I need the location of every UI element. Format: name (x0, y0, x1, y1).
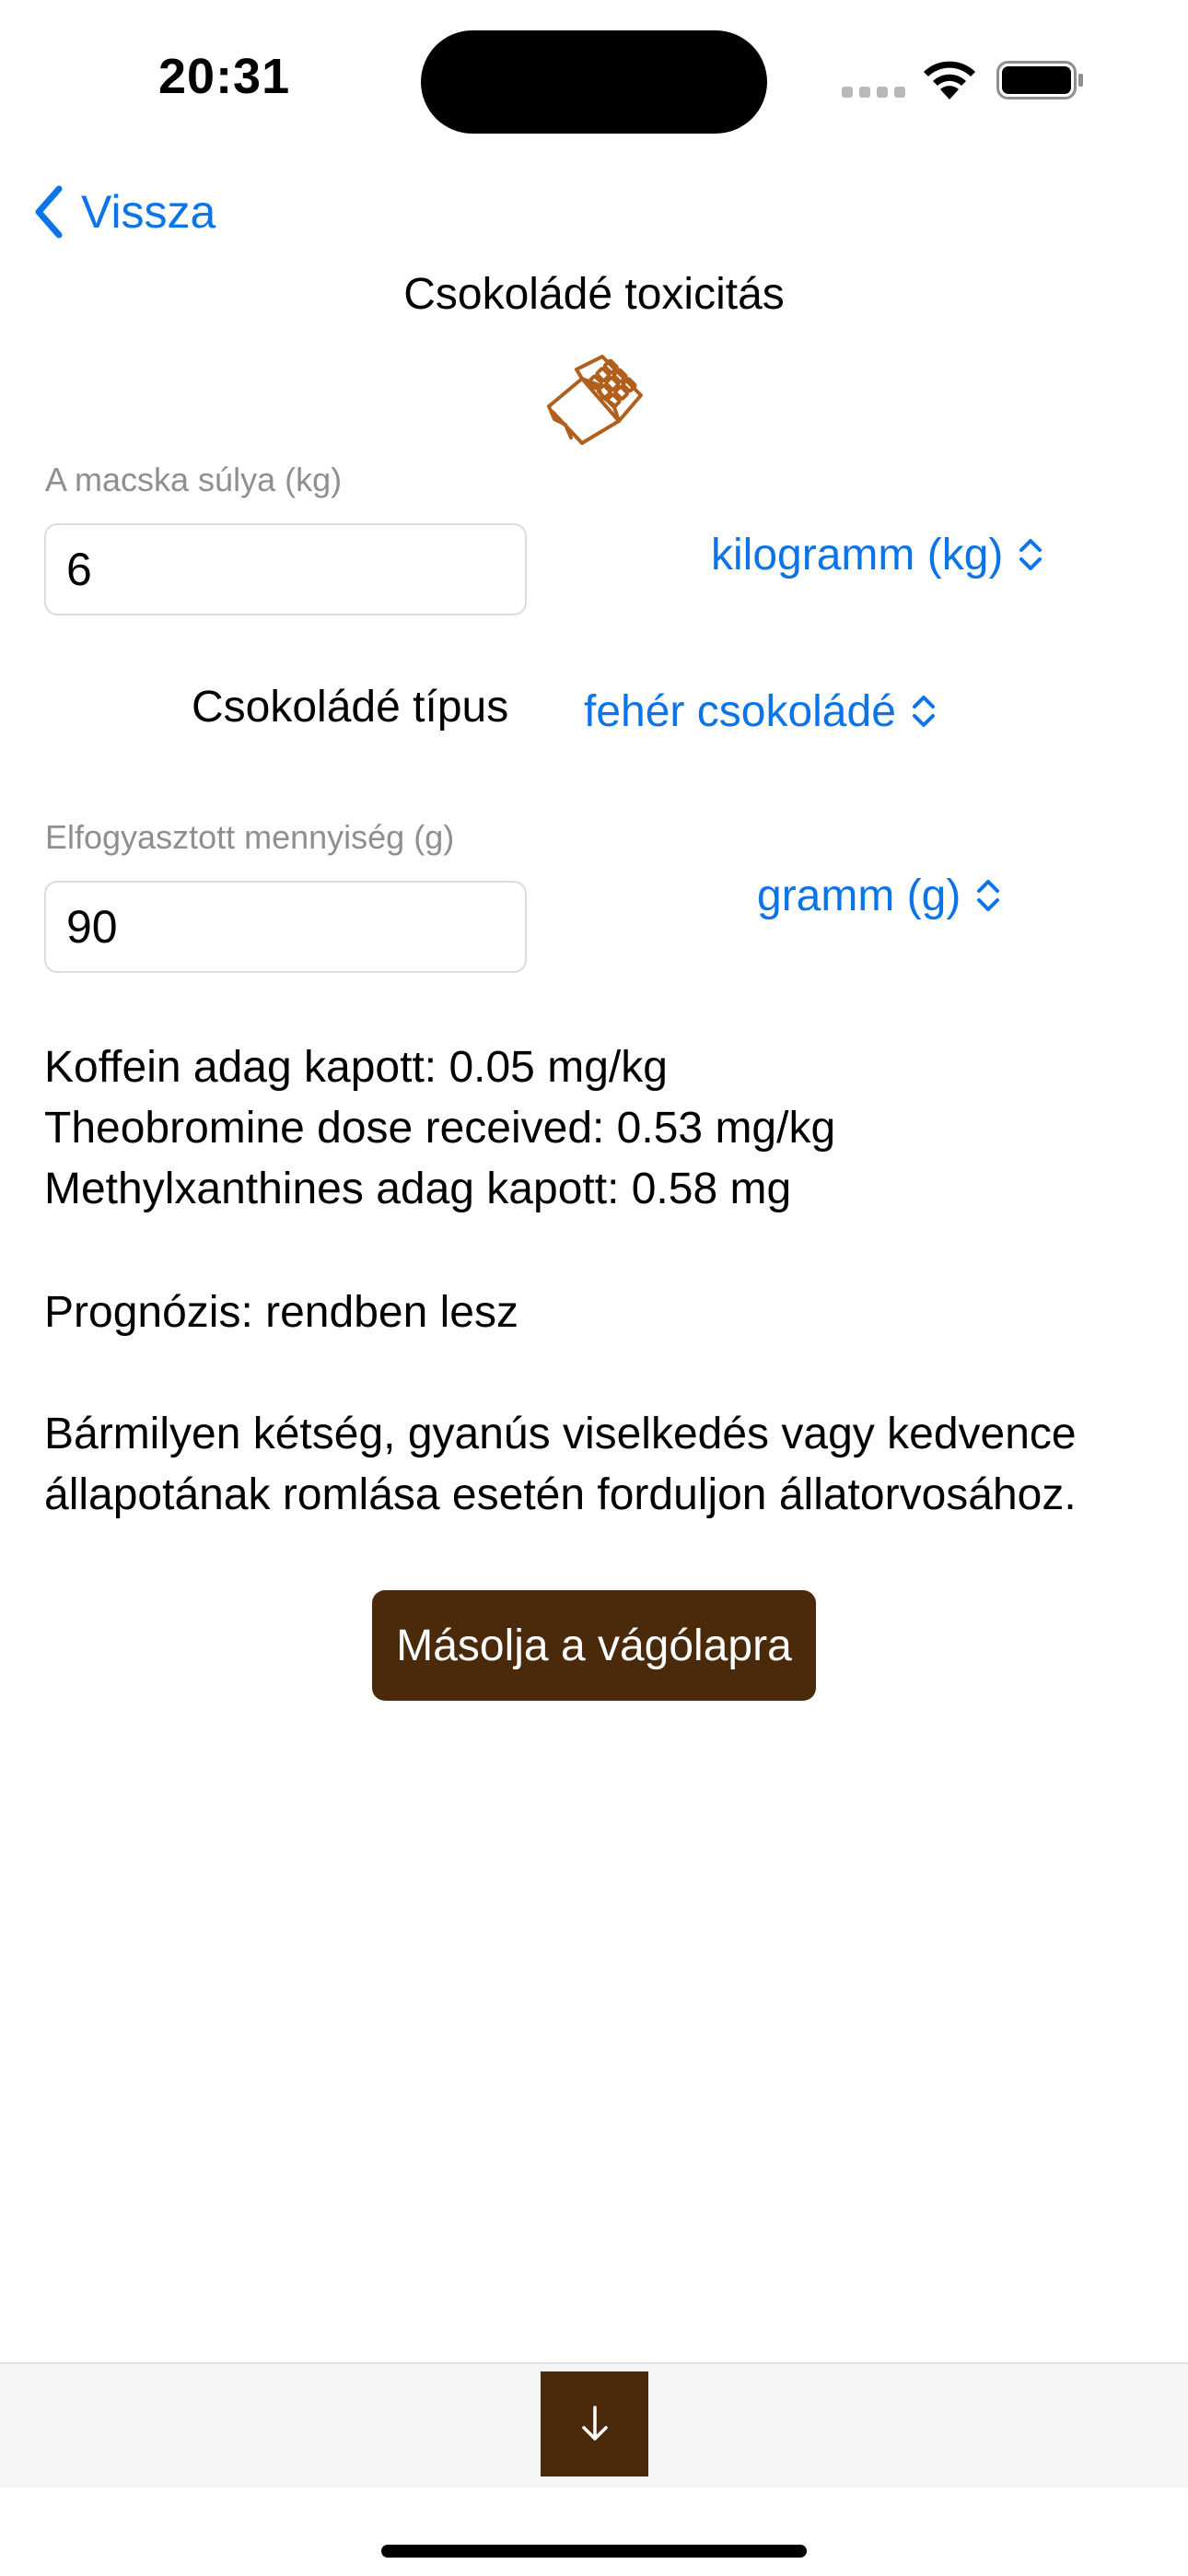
chocolate-type-picker[interactable]: fehér csokoládé (584, 667, 937, 755)
chevron-up-down-icon (977, 880, 1000, 911)
amount-label: Elfogyasztott mennyiség (g) (45, 818, 455, 856)
cellular-signal-icon (842, 87, 906, 98)
arrow-down-icon (581, 2406, 608, 2441)
back-button[interactable]: Vissza (33, 175, 215, 249)
scroll-down-button[interactable] (541, 2371, 648, 2476)
weight-unit-picker[interactable]: kilogramm (kg) (711, 509, 1043, 601)
status-time: 20:31 (158, 49, 291, 104)
chocolate-type-label: Csokoládé típus (192, 683, 509, 732)
dose-results: Koffein adag kapott: 0.05 mg/kg Theobrom… (44, 1037, 835, 1220)
weight-input[interactable]: 6 (44, 523, 527, 615)
theobromine-dose-text: Theobromine dose received: 0.53 mg/kg (44, 1104, 836, 1153)
battery-icon (996, 61, 1083, 100)
copy-to-clipboard-button[interactable]: Másolja a vágólapra (372, 1590, 816, 1701)
page-title: Csokoládé toxicitás (403, 270, 785, 319)
weight-unit-picker-label: kilogramm (kg) (711, 530, 1004, 580)
chevron-left-icon (35, 185, 63, 239)
prognosis-text: Prognózis: rendben lesz (44, 1288, 518, 1337)
chevron-up-down-icon (912, 696, 935, 727)
back-button-label: Vissza (81, 186, 216, 238)
chocolate-bar-icon (547, 355, 643, 445)
wifi-icon (924, 61, 975, 100)
chocolate-type-picker-label: fehér csokoládé (584, 686, 896, 736)
home-indicator[interactable] (381, 2545, 807, 2558)
methylxanthines-dose-text: Methylxanthines adag kapott: 0.58 mg (44, 1165, 792, 1213)
vet-advice-text: Bármilyen kétség, gyanús viselkedés vagy… (44, 1410, 1077, 1519)
amount-unit-picker[interactable]: gramm (g) (757, 851, 1001, 940)
dynamic-island (421, 30, 767, 134)
caffeine-dose-text: Koffein adag kapott: 0.05 mg/kg (44, 1043, 668, 1092)
amount-unit-picker-label: gramm (g) (757, 871, 961, 920)
amount-input[interactable]: 90 (44, 881, 527, 973)
status-bar: 20:31 (0, 0, 1188, 157)
weight-label: A macska súlya (kg) (45, 461, 343, 498)
chevron-up-down-icon (1019, 539, 1042, 570)
